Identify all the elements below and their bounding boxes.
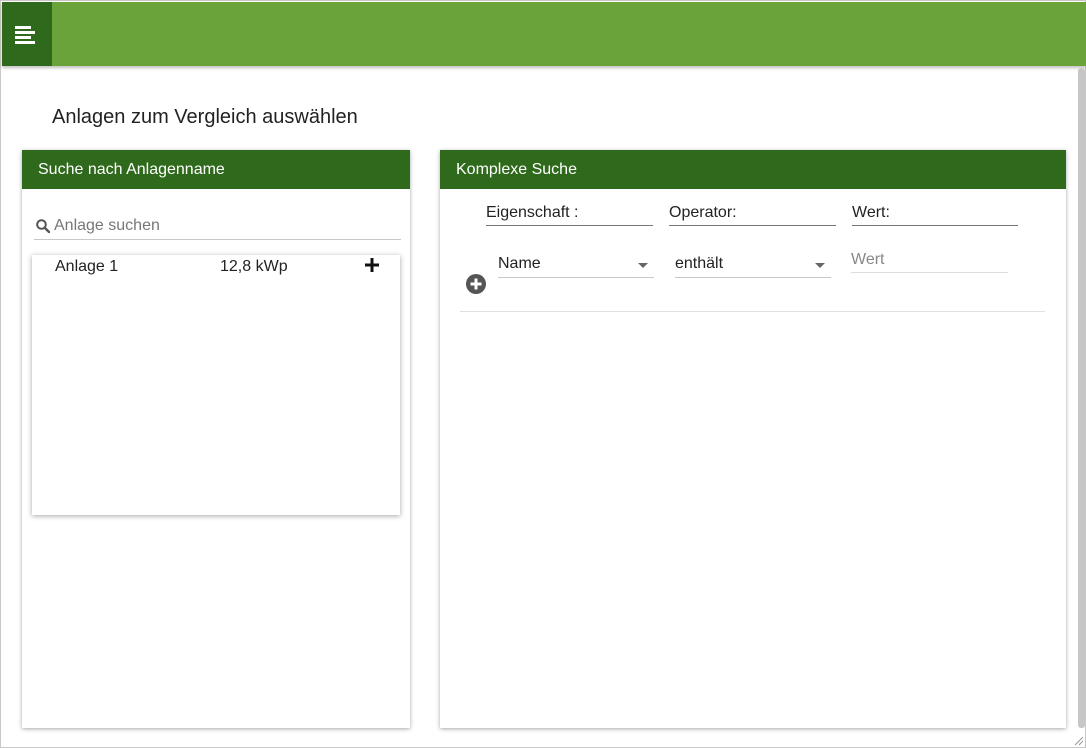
divider	[460, 311, 1045, 312]
scrollbar[interactable]	[1078, 68, 1085, 728]
search-icon	[36, 219, 50, 233]
plus-icon[interactable]	[365, 258, 379, 272]
plant-name: Anlage 1	[55, 258, 119, 275]
list-item: Anlage 1 12,8 kWp	[32, 255, 400, 279]
search-input[interactable]	[54, 214, 394, 238]
value-input[interactable]	[851, 248, 1008, 273]
resize-grip-icon[interactable]	[1072, 734, 1084, 746]
property-select-value: Name	[498, 255, 541, 272]
column-header-property: Eigenschaft :	[486, 204, 653, 226]
property-select[interactable]: Name	[498, 252, 654, 278]
operator-select-value: enthält	[675, 255, 724, 272]
chevron-down-icon	[815, 263, 825, 268]
name-search-card: Suche nach Anlagenname Anlage 1 12,8 kWp	[22, 150, 410, 728]
chevron-down-icon	[638, 263, 648, 268]
top-bar	[2, 2, 1086, 66]
search-results-list: Anlage 1 12,8 kWp	[32, 255, 400, 515]
column-header-operator: Operator:	[669, 204, 836, 226]
menu-button[interactable]	[2, 2, 52, 66]
name-search-header: Suche nach Anlagenname	[22, 150, 410, 189]
operator-select[interactable]: enthält	[675, 252, 831, 278]
page-title: Anlagen zum Vergleich auswählen	[52, 106, 358, 128]
complex-search-header: Komplexe Suche	[440, 150, 1066, 189]
search-field	[34, 212, 401, 240]
complex-search-card: Komplexe Suche Eigenschaft : Operator: W…	[440, 150, 1066, 728]
column-header-value: Wert:	[852, 204, 1018, 226]
plus-circle-icon[interactable]	[466, 274, 486, 294]
plant-power: 12,8 kWp	[220, 258, 288, 275]
app-window: Anlagen zum Vergleich auswählen Suche na…	[0, 0, 1086, 748]
